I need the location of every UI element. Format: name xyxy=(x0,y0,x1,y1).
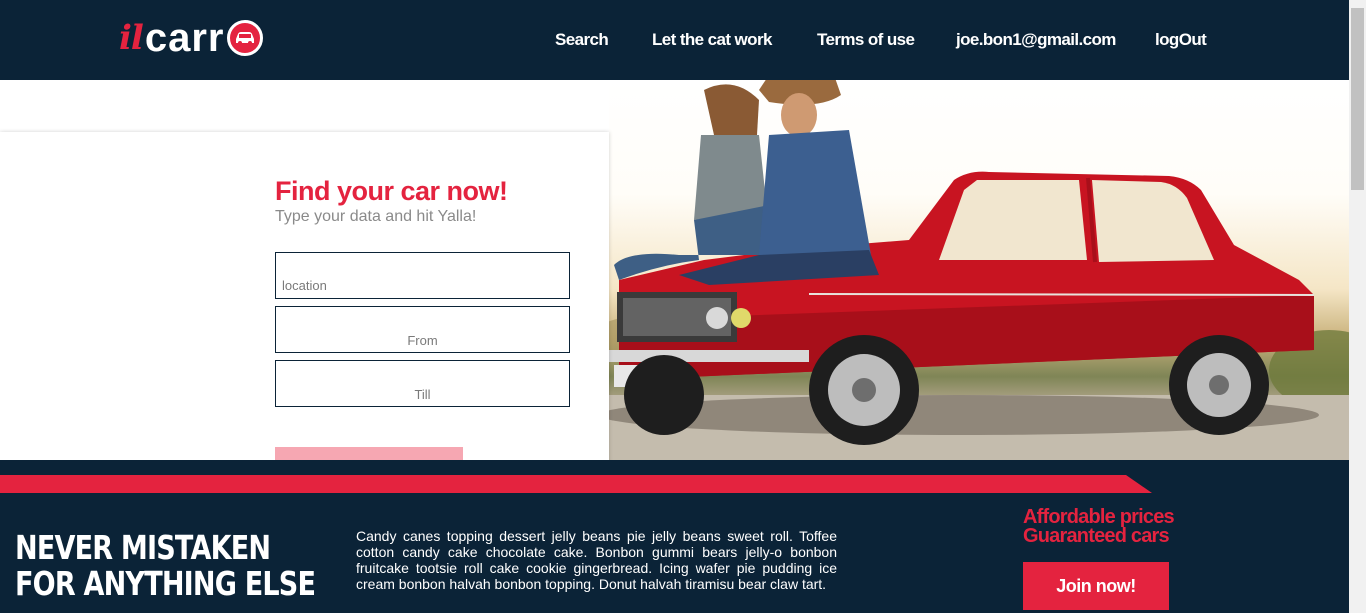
search-card-subtitle: Type your data and hit Yalla! xyxy=(275,208,477,225)
top-navbar: il carr Search Let the cat work Terms of… xyxy=(0,0,1349,80)
search-card-title: Find your car now! xyxy=(275,176,508,206)
ilcarro-logo[interactable]: il carr xyxy=(119,14,264,62)
till-date-input[interactable] xyxy=(275,360,570,407)
from-date-input[interactable] xyxy=(275,306,570,353)
headline-line-2: FOR ANYTHING ELSE xyxy=(15,564,316,603)
logo-carr-text: carr xyxy=(144,15,225,60)
headline: NEVER MISTAKEN FOR ANYTHING ELSE xyxy=(15,528,316,603)
nav-let-the-cat-work-link[interactable]: Let the cat work xyxy=(652,30,772,50)
promo-line-2: Guaranteed cars xyxy=(1023,525,1170,547)
nav-user-email-link[interactable]: joe.bon1@gmail.com xyxy=(956,30,1116,50)
hero-car-image xyxy=(609,80,1349,460)
location-input[interactable] xyxy=(275,252,570,299)
car-icon xyxy=(227,20,264,56)
scrollbar-thumb[interactable] xyxy=(1351,8,1364,190)
nav-terms-of-use-link[interactable]: Terms of use xyxy=(817,30,915,50)
logo-il-text: il xyxy=(119,18,144,58)
promo-text: Affordable prices Guaranteed cars xyxy=(1023,507,1175,547)
nav-search-link[interactable]: Search xyxy=(555,30,609,50)
red-stripe-divider xyxy=(0,475,1152,493)
nav-logout-link[interactable]: logOut xyxy=(1155,30,1207,50)
join-now-button[interactable]: Join now! xyxy=(1023,562,1169,610)
page-scrollbar[interactable] xyxy=(1349,0,1366,613)
headline-line-1: NEVER MISTAKEN xyxy=(15,528,271,567)
description-text: Candy canes topping dessert jelly beans … xyxy=(356,528,837,592)
